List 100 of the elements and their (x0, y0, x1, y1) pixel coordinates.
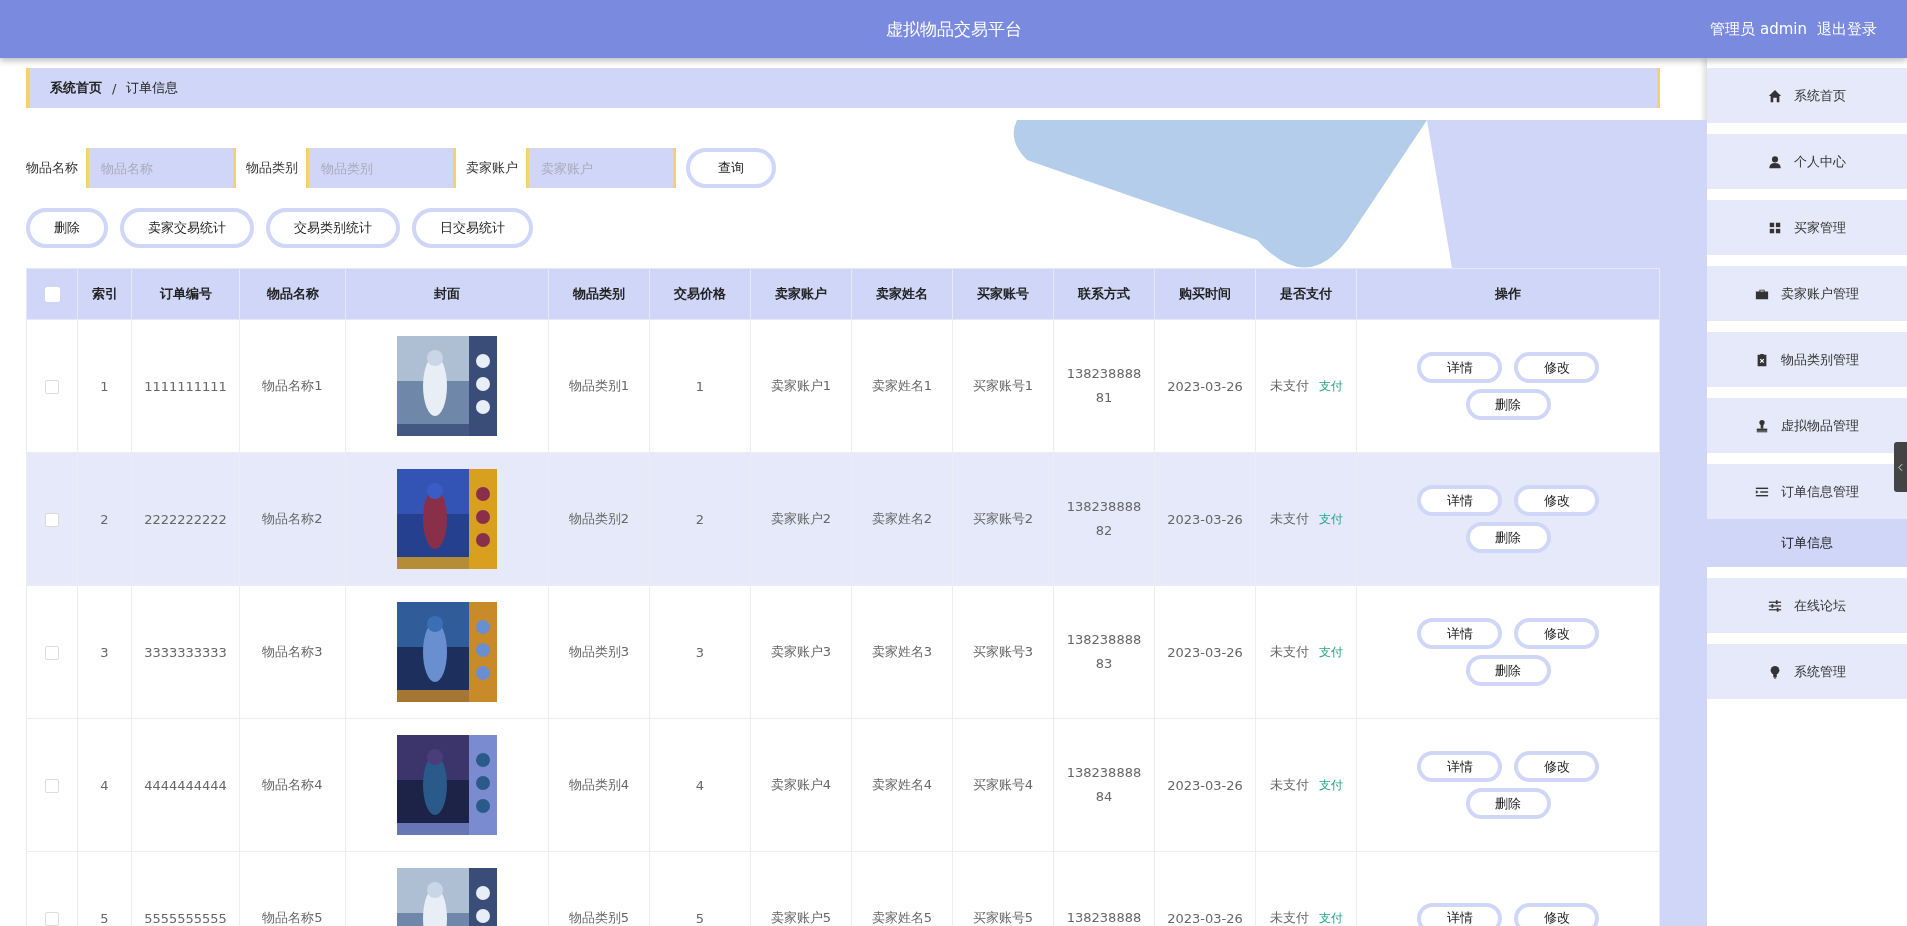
row-action-button[interactable]: 删除 (1465, 788, 1551, 819)
column-header: 购买时间 (1154, 268, 1256, 320)
row-action-button[interactable]: 删除 (1465, 389, 1551, 420)
action-button[interactable]: 删除 (26, 208, 108, 248)
column-header: 订单编号 (131, 268, 240, 320)
row-action-button[interactable]: 修改 (1514, 902, 1599, 926)
sidebar-item[interactable]: 个人中心 (1707, 134, 1907, 189)
column-header: 操作 (1356, 268, 1660, 320)
sidebar-item[interactable]: 在线论坛 (1707, 578, 1907, 633)
table-cell: 2 (77, 452, 132, 586)
table-row[interactable]: 3 3333333333 物品名称3 物品类别3 3 卖家账户3 卖家姓名3 买家账号3 138238888 83 2023-03-26 未支付 支付 详情 修改 删除 (26, 585, 1660, 719)
action-button[interactable]: 交易类别统计 (266, 208, 400, 248)
collapse-handle[interactable] (1894, 442, 1907, 492)
breadcrumb-link[interactable]: 系统首页 (50, 79, 102, 97)
search-field[interactable]: 物品类别 (306, 148, 456, 188)
column-header: 是否支付 (1255, 268, 1357, 320)
row-checkbox[interactable] (45, 645, 59, 660)
table-cell: 买家账号4 (952, 718, 1054, 852)
row-checkbox[interactable] (45, 512, 59, 527)
table-cell: 卖家姓名4 (851, 718, 953, 852)
row-checkbox[interactable] (45, 911, 59, 926)
table-cell: 2023-03-26 (1154, 319, 1256, 453)
table-cell: 2222222222 (131, 452, 240, 586)
clipboard-icon (1755, 352, 1769, 367)
table-cell: 卖家姓名1 (851, 319, 953, 453)
row-action-button[interactable]: 详情 (1417, 485, 1502, 516)
table-cell: 买家账号3 (952, 585, 1054, 719)
select-all-checkbox[interactable] (44, 287, 60, 302)
row-action-button[interactable]: 修改 (1514, 485, 1599, 516)
search-field[interactable]: 卖家账户 (526, 148, 676, 188)
user-icon (1768, 154, 1782, 169)
breadcrumb-link[interactable]: 订单信息 (126, 79, 179, 97)
table-cell: 1111111111 (131, 319, 240, 453)
payment-status: 未支付 (1269, 511, 1309, 526)
person-icon (1755, 418, 1769, 433)
table-row[interactable]: 5 5555555555 物品名称5 物品类别5 5 卖家账户5 卖家姓名5 买家账号5 138238888 2023-03-26 未支付 支付 详情 修改 (26, 851, 1660, 926)
row-checkbox[interactable] (45, 778, 59, 793)
sidebar-item[interactable]: 系统管理 (1707, 644, 1907, 699)
sliders-icon (1768, 598, 1782, 613)
row-action-button[interactable]: 修改 (1514, 618, 1599, 649)
sidebar-item[interactable]: 系统首页 (1707, 68, 1907, 123)
table-cell: 卖家账户2 (750, 452, 852, 586)
table-cell: 卖家账户4 (750, 718, 852, 852)
lightbulb-icon (1768, 664, 1782, 679)
table-cell: 3 (649, 585, 751, 719)
sidebar-item[interactable]: 虚拟物品管理 (1707, 398, 1907, 453)
table-cell: 1 (77, 319, 132, 453)
breadcrumb-separator: / (112, 80, 117, 96)
site-title: 虚拟物品交易平台 (885, 17, 1022, 41)
table-cell: 卖家姓名2 (851, 452, 953, 586)
table-cell: 2023-03-26 (1154, 585, 1256, 719)
row-checkbox[interactable] (45, 379, 59, 394)
row-action-button[interactable]: 详情 (1417, 618, 1502, 649)
table-cell: 3 (77, 585, 132, 719)
table-cell: 物品类别2 (548, 452, 650, 586)
column-header: 索引 (77, 268, 132, 320)
table-cell: 买家账号2 (952, 452, 1054, 586)
chevron-icon (1898, 462, 1903, 472)
row-action-button[interactable]: 删除 (1465, 655, 1551, 686)
column-header: 封面 (345, 268, 549, 320)
table-cell-text: 138238888 84 (1066, 764, 1142, 806)
row-action-button[interactable]: 详情 (1417, 352, 1502, 383)
table-cell: 物品类别3 (548, 585, 650, 719)
column-header: 买家账号 (952, 268, 1054, 320)
table-row[interactable]: 2 2222222222 物品名称2 物品类别2 2 卖家账户2 卖家姓名2 买家账号2 138238888 82 2023-03-26 未支付 支付 详情 修改 删除 (26, 452, 1660, 586)
table-cell: 2 (649, 452, 751, 586)
table-cell: 物品类别1 (548, 319, 650, 453)
row-action-button[interactable]: 删除 (1465, 522, 1551, 553)
field-label: 物品名称 (26, 159, 78, 177)
table-cell: 3333333333 (131, 585, 240, 719)
table-row[interactable]: 1 1111111111 物品名称1 物品类别1 1 卖家账户1 卖家姓名1 买家账号1 138238888 81 2023-03-26 未支付 支付 详情 修改 删除 (26, 319, 1660, 453)
table-cell-text: 138238888 81 (1066, 365, 1142, 407)
row-action-button[interactable]: 详情 (1417, 902, 1502, 926)
sidebar-item[interactable]: 买家管理 (1707, 200, 1907, 255)
table-cell: 1 (649, 319, 751, 453)
sidebar-item[interactable]: 物品类别管理 (1707, 332, 1907, 387)
table-cell-text: 138238888 (1066, 909, 1142, 926)
table-cell: 4 (649, 718, 751, 852)
table-cell: 物品名称1 (239, 319, 346, 453)
row-action-button[interactable]: 修改 (1514, 352, 1599, 383)
search-field[interactable]: 物品名称 (86, 148, 236, 188)
row-action-button[interactable]: 详情 (1417, 751, 1502, 782)
column-header: 卖家账户 (750, 268, 852, 320)
table-cell: 4444444444 (131, 718, 240, 852)
table-cell: 卖家账户3 (750, 585, 852, 719)
table-row[interactable]: 4 4444444444 物品名称4 物品类别4 4 卖家账户4 卖家姓名4 买家账号4 138238888 84 2023-03-26 未支付 支付 详情 修改 删除 (26, 718, 1660, 852)
field-label: 卖家账户 (466, 159, 518, 177)
table-cell: 4 (77, 718, 132, 852)
row-action-button[interactable]: 修改 (1514, 751, 1599, 782)
column-header: 交易价格 (649, 268, 751, 320)
search-button[interactable]: 查询 (686, 148, 776, 188)
action-button[interactable]: 日交易统计 (412, 208, 533, 248)
table-cell: 卖家姓名3 (851, 585, 953, 719)
sidebar-item[interactable]: 卖家账户管理 (1707, 266, 1907, 321)
action-button[interactable]: 卖家交易统计 (120, 208, 254, 248)
table-cell: 2023-03-26 (1154, 718, 1256, 852)
sidebar-item[interactable]: 订单信息管理 (1707, 464, 1907, 519)
table-cell: 物品名称2 (239, 452, 346, 586)
sidebar-subitem[interactable]: 订单信息 (1707, 519, 1907, 567)
user-label: 管理员 admin (1710, 19, 1807, 39)
